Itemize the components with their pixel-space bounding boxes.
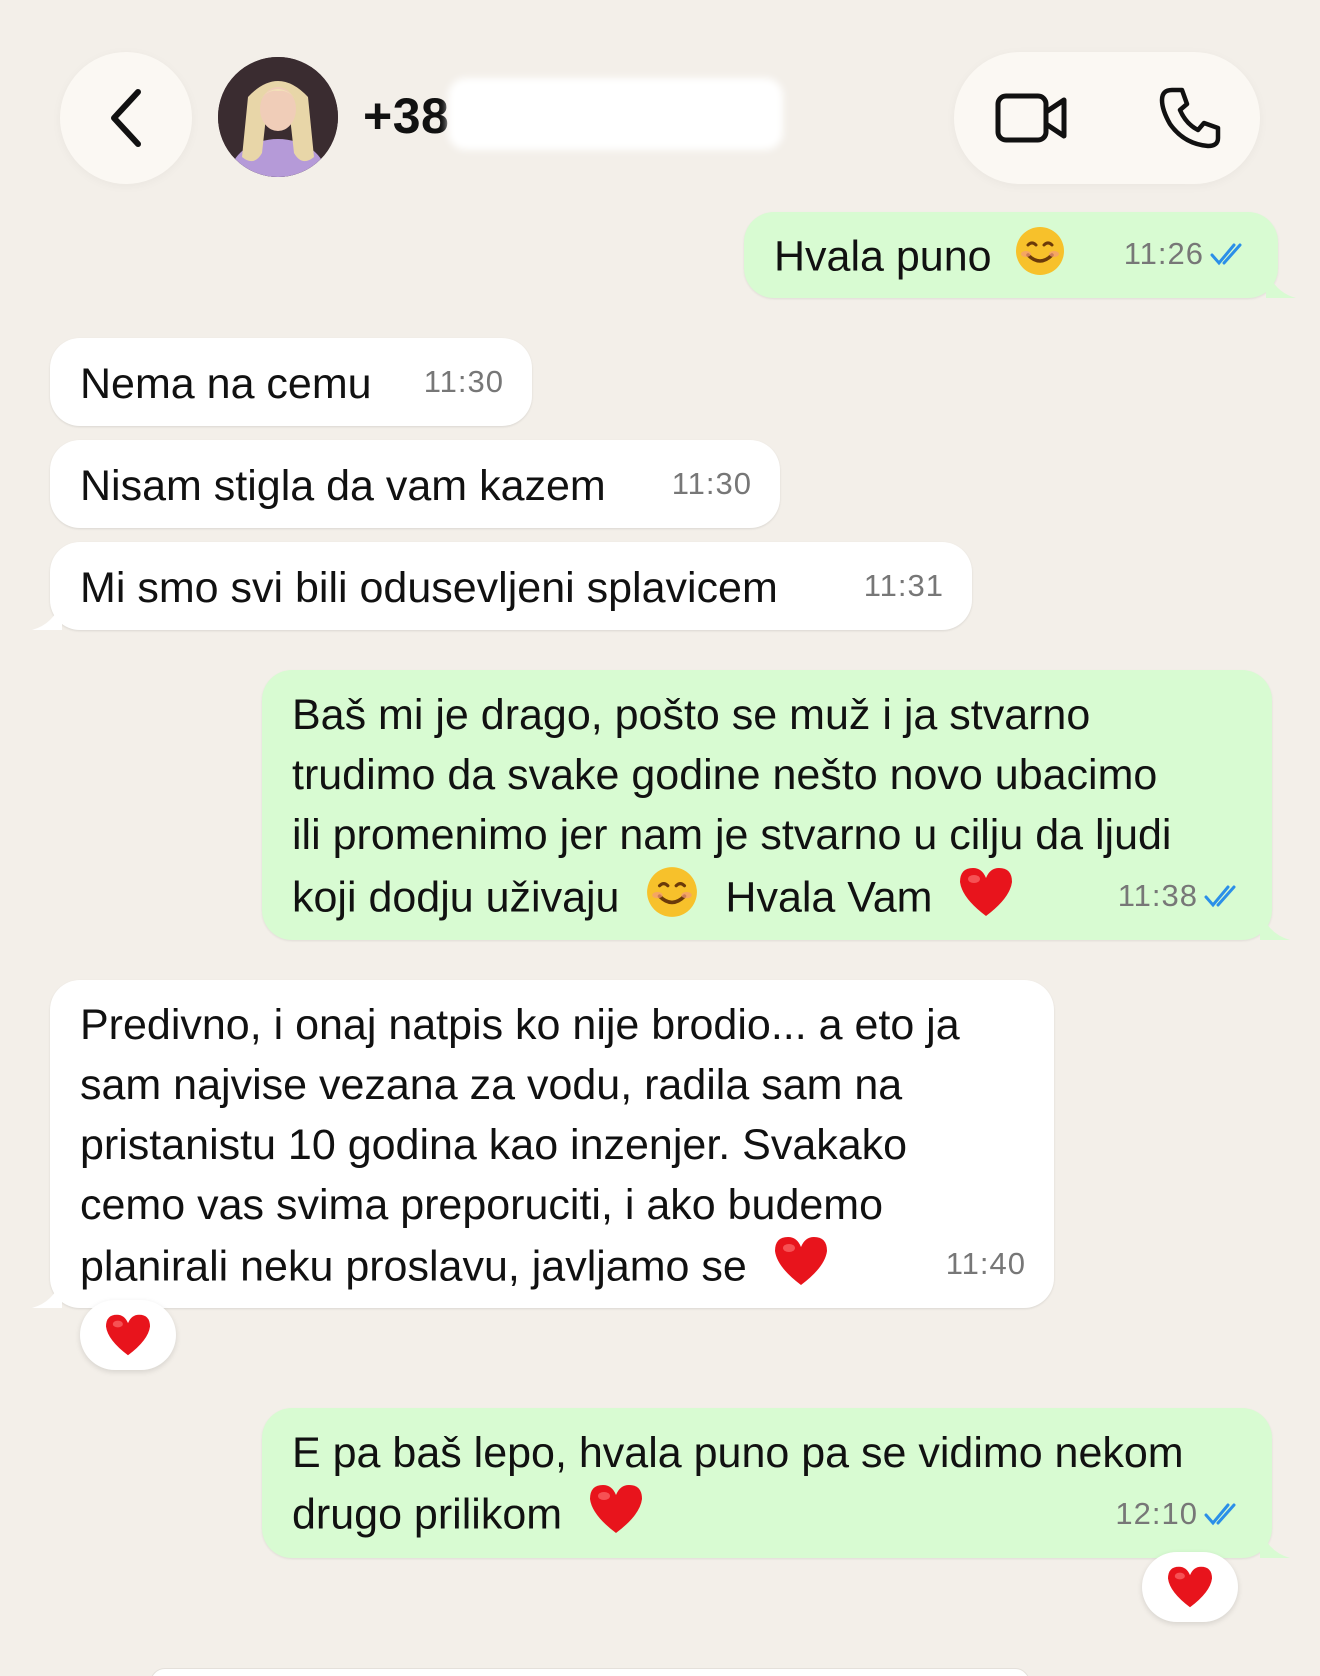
message-time: 11:38: [1117, 878, 1198, 913]
message-bubble-outgoing[interactable]: Baš mi je drago, pošto se muž i ja stvar…: [262, 670, 1290, 940]
red-heart-emoji: [773, 1235, 829, 1303]
chevron-left-icon: [111, 89, 141, 147]
message-time: 11:30: [423, 364, 504, 399]
red-heart-icon: [106, 1314, 150, 1356]
message-line: E pa baš lepo, hvala puno pa se vidimo n…: [292, 1429, 1184, 1477]
message-bubble-outgoing[interactable]: E pa baš lepo, hvala puno pa se vidimo n…: [262, 1408, 1290, 1558]
read-receipt-icon: [1204, 1503, 1236, 1526]
message-line: drugo prilikom: [292, 1490, 563, 1539]
phone-icon: [1159, 87, 1221, 149]
message-time: 11:31: [863, 568, 944, 603]
red-heart-icon: [1168, 1566, 1212, 1608]
message-text: Hvala puno: [774, 232, 992, 281]
message-meta: 11:38: [1118, 866, 1244, 926]
call-actions: [954, 52, 1260, 184]
bubble-tail: [1260, 1528, 1290, 1558]
read-receipt-icon: [1204, 885, 1236, 908]
bubble-tail: [32, 600, 62, 630]
contact-name[interactable]: +38: [363, 87, 449, 145]
message-line: koji dodju uživaju: [292, 873, 620, 922]
message-bubble-incoming[interactable]: Mi smo svi bili odusevljeni splavicem 11…: [32, 542, 972, 630]
video-call-button[interactable]: [994, 88, 1070, 148]
message-meta: 12:10: [1115, 1484, 1244, 1544]
message-meta: 11:40: [946, 1234, 1026, 1294]
chat-header: +38: [0, 0, 1320, 205]
redacted-name-overlay: [448, 78, 783, 150]
video-camera-icon: [995, 93, 1067, 143]
message-line: pristanistu 10 godina kao inzenjer. Svak…: [80, 1121, 908, 1169]
voice-call-button[interactable]: [1158, 86, 1222, 150]
message-text: Nema na cemu: [80, 360, 372, 408]
read-receipt-icon: [1210, 243, 1242, 266]
smiling-face-emoji: [1014, 225, 1066, 293]
bubble-tail: [1260, 910, 1290, 940]
message-time: 11:40: [945, 1246, 1026, 1281]
chat-screen: +38 Hvala puno 11:26 Nema na cemu 11:30 …: [0, 0, 1320, 1676]
message-line: sam najvise vezana za vodu, radila sam n…: [80, 1061, 903, 1109]
message-time: 11:30: [671, 466, 752, 501]
message-bubble-incoming[interactable]: Nema na cemu 11:30: [50, 338, 532, 426]
message-time: 12:10: [1115, 1496, 1198, 1531]
message-meta: 11:31: [864, 556, 944, 616]
message-line: Predivno, i onaj natpis ko nije brodio..…: [80, 1001, 960, 1049]
back-button[interactable]: [60, 52, 192, 184]
message-line: cemo vas svima preporuciti, i ako budemo: [80, 1181, 884, 1229]
message-time: 11:26: [1123, 236, 1204, 271]
red-heart-emoji: [588, 1483, 644, 1551]
message-line: planirali neku proslavu, javljamo se: [80, 1242, 747, 1291]
bubble-tail: [32, 1278, 62, 1308]
message-meta: 11:30: [672, 454, 752, 514]
message-bubble-incoming[interactable]: Predivno, i onaj natpis ko nije brodio..…: [32, 980, 1054, 1308]
message-reaction[interactable]: [1142, 1552, 1238, 1622]
message-meta: 11:26: [1124, 224, 1250, 284]
message-input-bar[interactable]: [150, 1668, 1030, 1676]
red-heart-emoji: [958, 866, 1014, 934]
message-line: ili promenimo jer nam je stvarno u cilju…: [292, 811, 1172, 859]
bubble-tail: [1266, 268, 1296, 298]
message-text: Mi smo svi bili odusevljeni splavicem: [80, 564, 778, 612]
message-meta: 11:30: [424, 352, 504, 412]
avatar[interactable]: [218, 57, 338, 177]
message-line: Baš mi je drago, pošto se muž i ja stvar…: [292, 691, 1091, 739]
avatar-image: [218, 57, 338, 177]
message-bubble-incoming[interactable]: Nisam stigla da vam kazem 11:30: [50, 440, 780, 528]
message-line: trudimo da svake godine nešto novo ubaci…: [292, 751, 1158, 799]
message-reaction[interactable]: [80, 1300, 176, 1370]
smiling-face-emoji: [645, 865, 699, 935]
message-line-ending: Hvala Vam: [725, 873, 933, 922]
message-text: Nisam stigla da vam kazem: [80, 462, 606, 510]
message-bubble-outgoing[interactable]: Hvala puno 11:26: [744, 212, 1296, 298]
